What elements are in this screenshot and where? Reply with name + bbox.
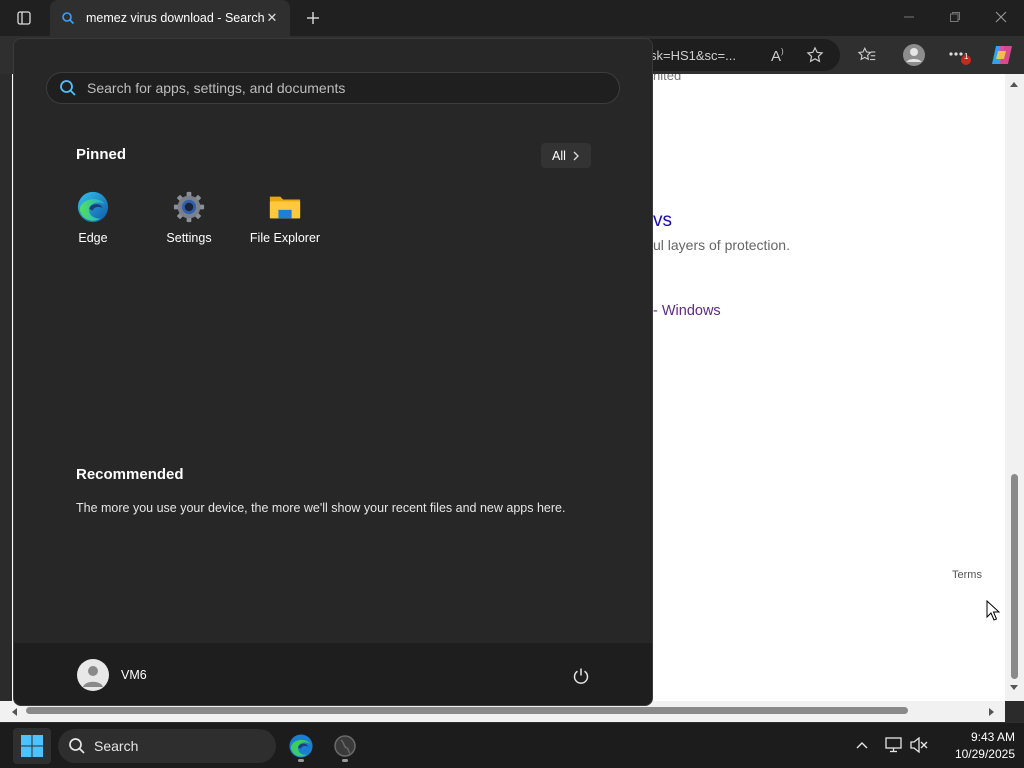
restore-icon	[950, 12, 960, 22]
tab-bar: memez virus download - Search ✕	[0, 0, 1024, 36]
result-description-fragment: ul layers of protection.	[653, 237, 790, 253]
page-text-fragment: nited	[653, 74, 682, 83]
horizontal-scroll-thumb[interactable]	[26, 707, 908, 714]
power-icon	[573, 668, 589, 684]
mouse-cursor-icon	[986, 600, 1000, 621]
read-aloud-icon: A)	[771, 47, 784, 64]
tab-actions-button[interactable]	[10, 6, 38, 30]
edge-icon	[75, 189, 111, 225]
settings-gear-icon	[171, 189, 207, 225]
chevron-up-icon	[856, 742, 868, 749]
search-favicon-icon	[60, 10, 76, 26]
show-hidden-icons-button[interactable]	[851, 733, 873, 757]
search-icon	[69, 738, 85, 754]
all-apps-button[interactable]: All	[541, 143, 591, 168]
close-icon	[995, 11, 1007, 23]
volume-button[interactable]	[908, 733, 930, 757]
clock[interactable]: 9:43 AM 10/29/2025	[935, 729, 1015, 763]
taskbar-edge-button[interactable]	[283, 729, 319, 763]
pinned-app-label: Edge	[78, 231, 108, 245]
scroll-up-arrow-icon[interactable]	[1009, 80, 1019, 88]
folder-icon	[267, 189, 303, 225]
taskbar-app-button[interactable]	[327, 729, 363, 763]
user-avatar-icon	[83, 666, 103, 687]
taskbar-search[interactable]: Search	[58, 729, 276, 763]
clock-date: 10/29/2025	[954, 747, 1015, 761]
tab-close-icon[interactable]: ✕	[264, 10, 280, 26]
close-window-button[interactable]	[978, 0, 1024, 34]
notification-badge: 1	[964, 52, 969, 61]
favorites-button[interactable]	[853, 42, 881, 68]
plus-icon	[307, 12, 319, 24]
svg-text:A: A	[771, 48, 781, 64]
copilot-icon	[992, 46, 1012, 64]
scroll-right-arrow-icon[interactable]	[988, 707, 996, 717]
pinned-app-settings[interactable]: Settings	[143, 189, 235, 259]
search-icon	[60, 80, 76, 96]
windows-logo-icon	[21, 735, 43, 757]
restore-button[interactable]	[932, 0, 978, 34]
running-indicator	[342, 759, 348, 762]
pinned-section-title: Pinned	[76, 146, 127, 163]
vertical-scrollbar[interactable]	[1005, 74, 1024, 701]
start-menu: Pinned All Edge	[13, 38, 653, 706]
recommended-section-title: Recommended	[76, 466, 184, 483]
result-link-fragment[interactable]: - Windows	[653, 303, 721, 319]
copilot-button[interactable]	[988, 42, 1016, 68]
taskbar: Search 9:43 AM 10/29/2025	[0, 722, 1024, 768]
pinned-app-label: File Explorer	[249, 231, 321, 245]
terms-link[interactable]: Terms	[952, 569, 982, 581]
tab-actions-icon	[17, 11, 31, 25]
pinned-app-label: Settings	[166, 231, 212, 245]
taskbar-search-label: Search	[94, 738, 139, 754]
scroll-left-arrow-icon[interactable]	[10, 707, 18, 717]
volume-muted-icon	[910, 737, 928, 753]
favorite-star-button[interactable]	[801, 42, 829, 68]
globe-app-icon	[334, 735, 356, 757]
svg-text:): )	[781, 47, 784, 56]
profile-icon	[903, 44, 925, 66]
favorites-icon	[857, 46, 876, 61]
star-icon	[806, 46, 824, 63]
minimize-icon	[904, 16, 914, 18]
result-heading-fragment[interactable]: vs	[653, 210, 672, 232]
pinned-app-edge[interactable]: Edge	[47, 189, 139, 259]
network-button[interactable]	[883, 733, 905, 757]
start-button[interactable]	[13, 728, 51, 764]
power-button[interactable]	[568, 663, 594, 689]
user-name[interactable]: VM6	[121, 668, 147, 682]
scroll-down-arrow-icon[interactable]	[1009, 684, 1019, 692]
recommended-empty-text: The more you use your device, the more w…	[76, 501, 566, 515]
start-footer: VM6	[14, 643, 652, 705]
read-aloud-button[interactable]: A)	[766, 42, 794, 68]
start-search-box[interactable]	[46, 72, 620, 104]
start-search-input[interactable]	[87, 80, 587, 96]
edge-icon	[289, 734, 313, 758]
network-icon	[885, 737, 902, 753]
minimize-button[interactable]	[886, 0, 932, 34]
running-indicator	[298, 759, 304, 762]
user-avatar[interactable]	[77, 659, 109, 691]
address-text: sk=HS1&sc=...	[650, 47, 736, 63]
settings-more-button[interactable]: 1	[944, 42, 972, 68]
all-apps-label: All	[552, 148, 566, 163]
pinned-app-file-explorer[interactable]: File Explorer	[239, 189, 331, 259]
tab-active[interactable]: memez virus download - Search ✕	[50, 0, 290, 36]
tab-title: memez virus download - Search	[86, 11, 264, 25]
clock-time: 9:43 AM	[970, 730, 1015, 744]
profile-button[interactable]	[900, 42, 928, 68]
new-tab-button[interactable]	[300, 6, 326, 30]
vertical-scroll-thumb[interactable]	[1011, 474, 1018, 679]
chevron-right-icon	[573, 151, 579, 160]
